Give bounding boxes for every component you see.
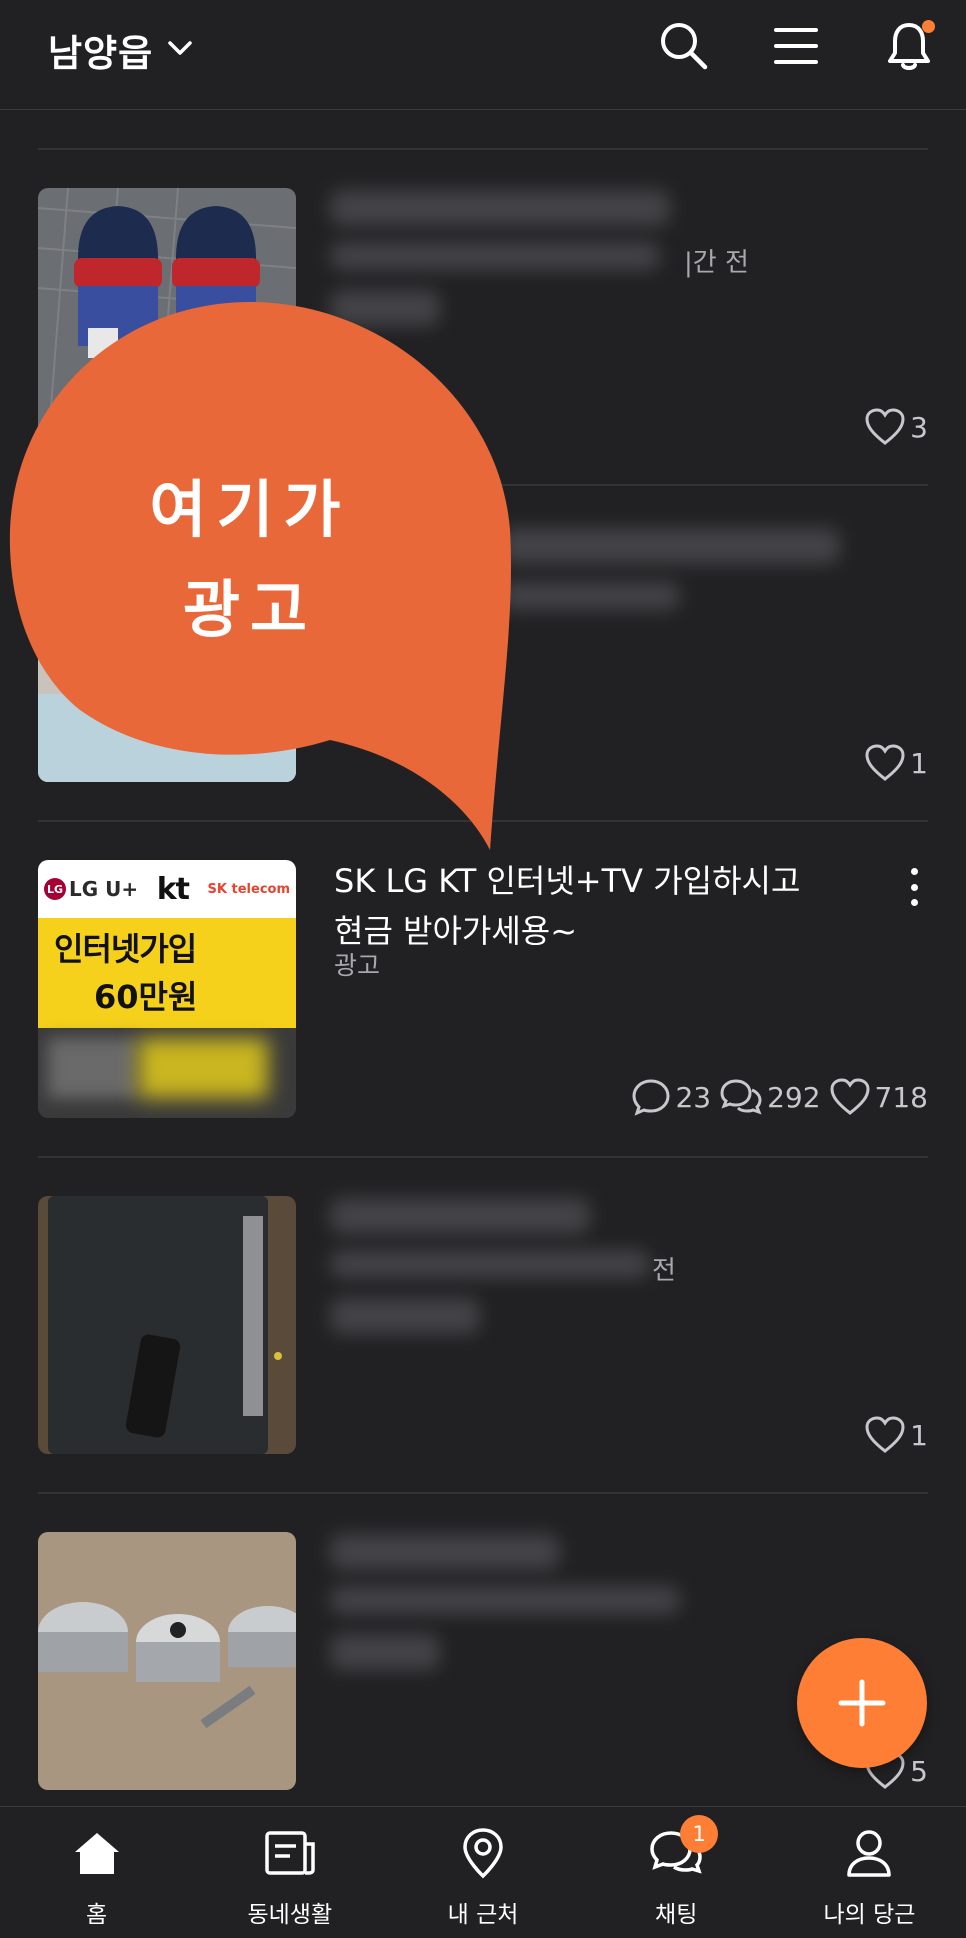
write-fab-button[interactable]: [797, 1638, 927, 1768]
blurred-title: [330, 190, 670, 226]
like-number: 1: [910, 1418, 928, 1452]
home-icon: [69, 1825, 125, 1881]
item-thumbnail: [38, 1532, 296, 1790]
ad-banner-line2: 60만원: [94, 978, 198, 1016]
ad-banner-line1: 인터넷가입: [54, 930, 197, 968]
blurred-title: [500, 528, 840, 564]
nav-label: 채팅: [655, 1902, 698, 1928]
time-suffix: 전: [652, 1256, 676, 1286]
nav-community[interactable]: 동네생활: [193, 1807, 386, 1938]
sk-logo: SK telecom: [207, 881, 290, 897]
nav-label: 내 근처: [447, 1902, 519, 1928]
chat-icon: 1: [648, 1815, 719, 1881]
ad-blurred-area: [38, 1028, 296, 1118]
annotation-line1: 여기가: [149, 473, 351, 546]
heart-icon: [830, 1078, 870, 1115]
time-suffix: |간 전: [684, 248, 749, 278]
like-number: 5: [910, 1754, 928, 1788]
ad-list-item[interactable]: LG LG U+ kt SK telecom 인터넷가입 60만원 SK LG K…: [0, 822, 966, 1158]
like-count: 1: [864, 1416, 928, 1454]
blurred-price: [330, 1298, 480, 1334]
chat-badge: 1: [680, 1815, 719, 1853]
blurred-title: [330, 1534, 560, 1570]
nav-label: 홈: [86, 1902, 108, 1928]
annotation-line2: 광고: [182, 573, 318, 646]
ad-thumbnail: LG LG U+ kt SK telecom 인터넷가입 60만원: [38, 860, 296, 1118]
nav-chat[interactable]: 1 채팅: [580, 1807, 773, 1938]
comment-count: 23: [631, 1078, 711, 1116]
heart-icon: [865, 744, 905, 781]
nav-home[interactable]: 홈: [0, 1807, 193, 1938]
item-thumbnail: [38, 1196, 296, 1454]
bottom-navigation: 홈 동네생활 내 근처 1 채팅 나의 당근: [0, 1806, 966, 1938]
ad-title-line2: 현금 받아가세용~: [334, 912, 578, 950]
comment-icon: [632, 1079, 670, 1116]
ad-stats: 23 292 718: [631, 1078, 928, 1116]
top-app-bar: 남양읍: [0, 0, 966, 110]
more-options-icon[interactable]: [900, 862, 928, 912]
ad-label: 광고: [334, 951, 381, 980]
annotation-text: 여기가 광고: [70, 460, 430, 660]
bell-icon[interactable]: [879, 16, 939, 76]
like-count: 718: [829, 1078, 928, 1116]
plus-icon: [838, 1679, 886, 1727]
nav-label: 나의 당근: [823, 1902, 916, 1928]
blurred-price: [330, 1634, 440, 1670]
search-icon[interactable]: [654, 16, 714, 76]
notification-dot: [922, 20, 935, 33]
blurred-meta: [330, 1250, 650, 1278]
nav-my-profile[interactable]: 나의 당근: [773, 1807, 966, 1938]
blurred-meta: [330, 242, 660, 270]
lg-logo: LG LG U+: [44, 877, 138, 901]
blurred-meta: [500, 582, 680, 610]
location-selector[interactable]: 남양읍: [48, 20, 193, 80]
like-count: 3: [864, 408, 928, 446]
menu-icon[interactable]: [766, 16, 826, 76]
chevron-down-icon: [167, 39, 193, 61]
location-label: 남양읍: [48, 32, 154, 75]
heart-icon: [865, 408, 905, 445]
chat-bubbles-icon: [720, 1079, 762, 1115]
like-number: 3: [910, 410, 928, 444]
chat-count: 292: [719, 1078, 821, 1116]
like-number: 1: [910, 746, 928, 780]
heart-icon: [865, 1416, 905, 1453]
like-count: 1: [864, 744, 928, 782]
nav-nearby[interactable]: 내 근처: [386, 1807, 579, 1938]
ad-title[interactable]: SK LG KT 인터넷+TV 가입하시고 현금 받아가세용~: [334, 856, 854, 956]
blurred-title: [330, 1198, 590, 1234]
nav-label: 동네생활: [247, 1902, 333, 1928]
location-pin-icon: [455, 1825, 511, 1881]
app-screen: 남양읍 |간 전 3 1 LG LG U+ kt SK telecom 인터넷가…: [0, 0, 966, 1938]
newspaper-icon: [262, 1825, 318, 1881]
person-icon: [841, 1825, 897, 1881]
blurred-meta: [330, 1586, 680, 1614]
kt-logo: kt: [156, 871, 190, 907]
list-item[interactable]: 전 1: [0, 1158, 966, 1494]
